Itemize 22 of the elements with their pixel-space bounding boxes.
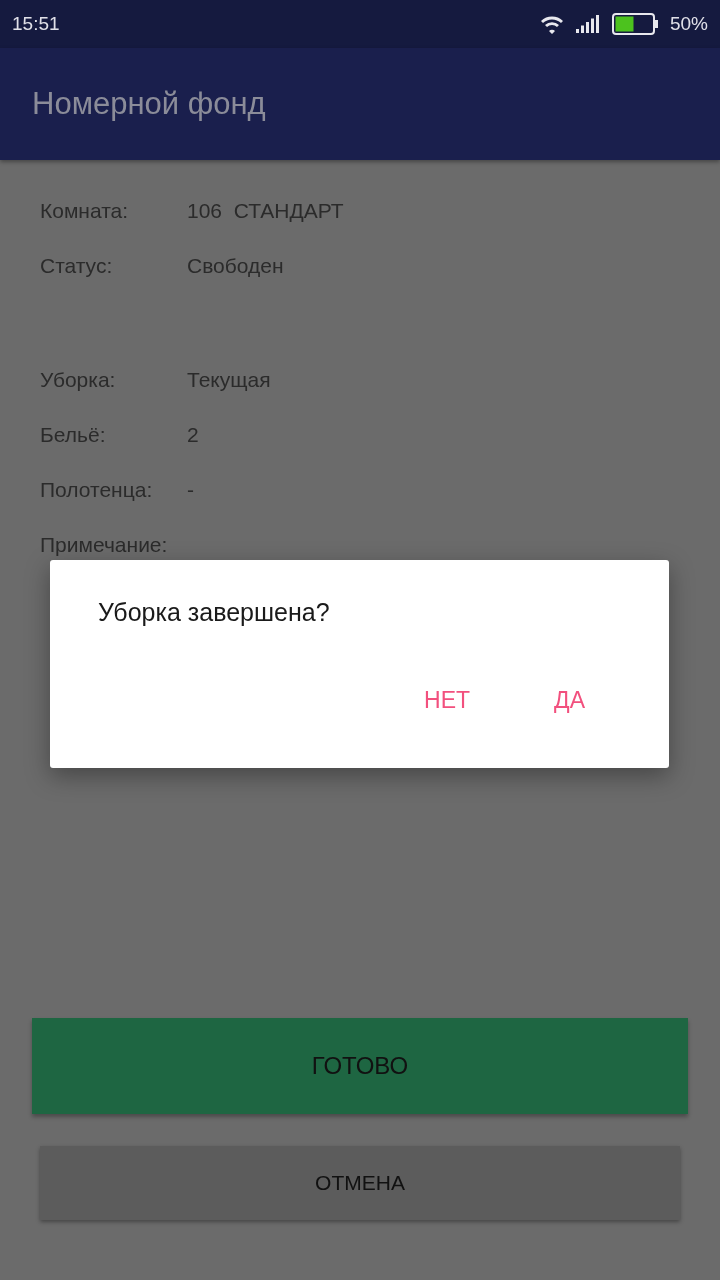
field-label: Полотенца: [40, 478, 154, 502]
battery-percent: 50% [669, 13, 708, 35]
field-value: Свободен [187, 254, 284, 278]
wifi-icon [539, 14, 564, 34]
field-label: Уборка: [40, 368, 117, 392]
clock-time: 15:51 [12, 13, 60, 35]
field-label: Комната: [40, 199, 130, 223]
field-label: Статус: [40, 254, 114, 278]
dialog-action-button[interactable]: НЕТ [402, 679, 493, 722]
field-label: Примечание: [40, 533, 169, 557]
field-value: 2 [187, 423, 199, 447]
app-title: Номерной фонд [32, 86, 266, 122]
signal-icon [575, 15, 600, 33]
done-button[interactable]: ГОТОВО [32, 1018, 688, 1114]
field-value: - [187, 478, 194, 502]
battery-icon [611, 13, 658, 35]
field-label: Бельё: [40, 423, 107, 447]
field-value: 106 СТАНДАРТ [187, 199, 344, 223]
dialog-action-button[interactable]: ДА [532, 679, 607, 722]
dialog-message: Уборка завершена? [98, 598, 331, 627]
cancel-button[interactable]: ОТМЕНА [40, 1146, 680, 1220]
field-value: Текущая [187, 368, 271, 392]
